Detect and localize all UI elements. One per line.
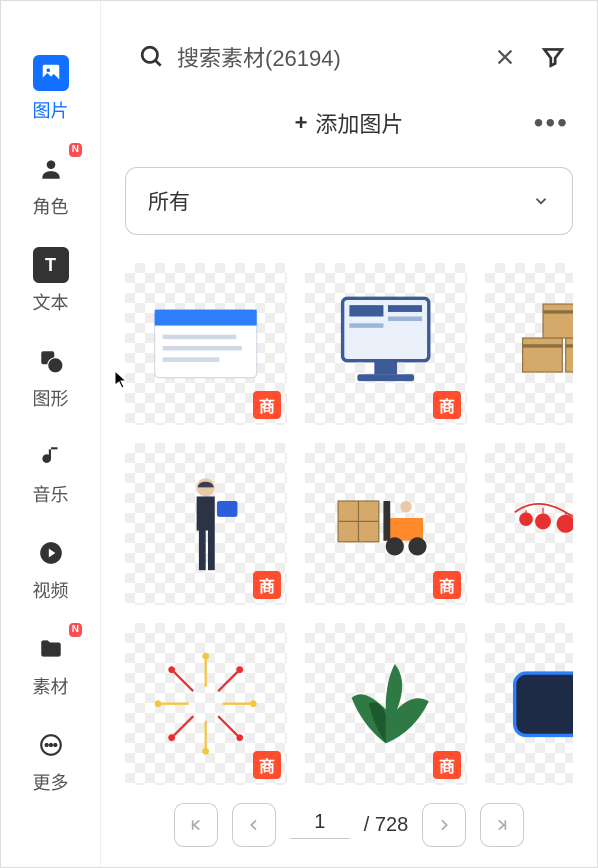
more-options-button[interactable]: ••• bbox=[534, 107, 569, 139]
category-selected-label: 所有 bbox=[148, 186, 190, 216]
prev-page-button[interactable] bbox=[232, 803, 276, 847]
sidebar-item-video[interactable]: 视频 bbox=[1, 521, 100, 617]
add-image-button[interactable]: + 添加图片 bbox=[295, 107, 404, 139]
close-icon bbox=[494, 46, 516, 68]
last-page-icon bbox=[494, 817, 510, 833]
text-icon: T bbox=[33, 247, 69, 283]
asset-item[interactable]: 商 bbox=[125, 263, 287, 425]
new-badge: N bbox=[69, 143, 82, 157]
commercial-badge: 商 bbox=[433, 391, 461, 419]
add-button-label: 添加图片 bbox=[315, 107, 403, 139]
chevron-left-icon bbox=[246, 817, 262, 833]
asset-thumbnail bbox=[329, 287, 442, 400]
sidebar-item-label: 素材 bbox=[33, 673, 69, 699]
commercial-badge: 商 bbox=[433, 751, 461, 779]
filter-icon bbox=[540, 44, 566, 70]
asset-thumbnail bbox=[509, 647, 573, 760]
asset-grid: 商 商 商 商 商 商 商 商 商 bbox=[125, 263, 573, 785]
sidebar-item-label: 音乐 bbox=[33, 481, 69, 507]
sidebar-item-more[interactable]: 更多 bbox=[1, 713, 100, 809]
asset-thumbnail bbox=[509, 467, 573, 580]
asset-item[interactable]: 商 bbox=[485, 263, 573, 425]
image-icon bbox=[33, 55, 69, 91]
asset-item[interactable]: 商 bbox=[485, 623, 573, 785]
music-icon bbox=[33, 439, 69, 475]
sidebar-item-label: 更多 bbox=[33, 769, 69, 795]
sidebar-item-shape[interactable]: 图形 bbox=[1, 329, 100, 425]
asset-thumbnail bbox=[329, 467, 442, 580]
asset-item[interactable]: 商 bbox=[305, 443, 467, 605]
sidebar-item-image[interactable]: 图片 bbox=[1, 41, 100, 137]
first-page-button[interactable] bbox=[174, 803, 218, 847]
next-page-button[interactable] bbox=[422, 803, 466, 847]
filter-button[interactable] bbox=[533, 37, 573, 77]
last-page-button[interactable] bbox=[480, 803, 524, 847]
asset-thumbnail bbox=[149, 647, 262, 760]
commercial-badge: 商 bbox=[253, 751, 281, 779]
sidebar: 图片 N 角色 T 文本 图形 音乐 视频 N 素材 更 bbox=[1, 1, 101, 867]
main-panel: 搜索素材(26194) + 添加图片 ••• 所有 商 商 商 商 商 商 商 … bbox=[101, 1, 597, 867]
chevron-right-icon bbox=[436, 817, 452, 833]
asset-item[interactable]: 商 bbox=[485, 443, 573, 605]
sidebar-item-music[interactable]: 音乐 bbox=[1, 425, 100, 521]
video-icon bbox=[33, 535, 69, 571]
folder-icon bbox=[33, 631, 69, 667]
current-page-input[interactable]: 1 bbox=[290, 811, 350, 839]
search-placeholder: 搜索素材(26194) bbox=[177, 41, 341, 73]
pagination: 1 / 728 bbox=[125, 803, 573, 847]
total-pages-label: / 728 bbox=[364, 814, 408, 837]
commercial-badge: 商 bbox=[433, 571, 461, 599]
sidebar-item-label: 角色 bbox=[33, 193, 69, 219]
sidebar-item-role[interactable]: N 角色 bbox=[1, 137, 100, 233]
asset-thumbnail bbox=[509, 287, 573, 400]
asset-item[interactable]: 商 bbox=[125, 623, 287, 785]
sidebar-item-label: 图形 bbox=[33, 385, 69, 411]
asset-thumbnail bbox=[329, 647, 442, 760]
asset-item[interactable]: 商 bbox=[305, 263, 467, 425]
sidebar-item-label: 文本 bbox=[33, 289, 69, 315]
search-input[interactable]: 搜索素材(26194) bbox=[125, 31, 477, 83]
sidebar-item-label: 图片 bbox=[33, 97, 69, 123]
asset-item[interactable]: 商 bbox=[125, 443, 287, 605]
category-select[interactable]: 所有 bbox=[125, 167, 573, 235]
more-icon bbox=[33, 727, 69, 763]
shape-icon bbox=[33, 343, 69, 379]
sidebar-item-material[interactable]: N 素材 bbox=[1, 617, 100, 713]
clear-search-button[interactable] bbox=[485, 37, 525, 77]
search-icon bbox=[139, 44, 165, 70]
sidebar-item-text[interactable]: T 文本 bbox=[1, 233, 100, 329]
sidebar-item-label: 视频 bbox=[33, 577, 69, 603]
new-badge: N bbox=[69, 623, 82, 637]
asset-item[interactable]: 商 bbox=[305, 623, 467, 785]
commercial-badge: 商 bbox=[253, 391, 281, 419]
person-icon bbox=[33, 151, 69, 187]
asset-thumbnail bbox=[149, 467, 262, 580]
first-page-icon bbox=[188, 817, 204, 833]
plus-icon: + bbox=[295, 110, 308, 136]
chevron-down-icon bbox=[532, 192, 550, 210]
commercial-badge: 商 bbox=[253, 571, 281, 599]
asset-thumbnail bbox=[149, 287, 262, 400]
